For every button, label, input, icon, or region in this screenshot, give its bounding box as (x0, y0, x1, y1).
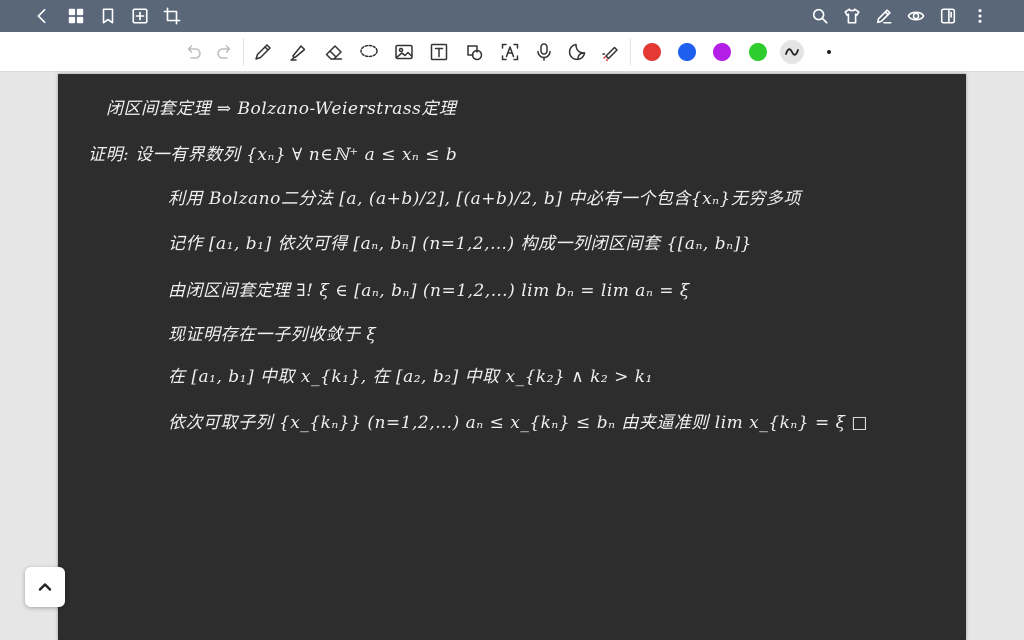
edit-pen-icon[interactable] (874, 6, 894, 26)
insert-image-icon[interactable] (393, 41, 415, 63)
lasso-select-icon[interactable] (358, 41, 380, 63)
bookmark-icon[interactable] (98, 6, 118, 26)
undo-icon[interactable] (182, 41, 204, 63)
scroll-to-top-button[interactable] (25, 567, 65, 607)
pen-style-wave-icon[interactable] (780, 40, 804, 64)
drawing-toolbar (0, 32, 1024, 72)
chevron-up-icon (38, 583, 52, 591)
sticker-icon[interactable] (566, 41, 588, 63)
shapes-icon[interactable] (464, 41, 486, 63)
shirt-theme-icon[interactable] (842, 6, 862, 26)
top-navigation-bar (0, 0, 1024, 32)
color-swatch-purple[interactable] (713, 43, 731, 61)
grid-view-icon[interactable] (66, 6, 86, 26)
laser-pointer-icon[interactable] (599, 41, 621, 63)
color-swatch-blue[interactable] (678, 43, 696, 61)
highlighter-icon[interactable] (287, 41, 309, 63)
color-swatch-green[interactable] (749, 43, 767, 61)
crop-icon[interactable] (162, 6, 182, 26)
pen-tool-icon[interactable] (252, 41, 274, 63)
page-layout-icon[interactable] (938, 6, 958, 26)
pen-size-dot[interactable] (827, 50, 831, 54)
back-arrow-icon[interactable] (32, 6, 52, 26)
toolbar-divider (630, 38, 631, 66)
color-swatch-red[interactable] (643, 43, 661, 61)
redo-icon[interactable] (214, 41, 236, 63)
microphone-icon[interactable] (533, 41, 555, 63)
toolbar-divider (243, 38, 244, 66)
text-box-icon[interactable] (428, 41, 450, 63)
text-recognition-icon[interactable] (499, 41, 521, 63)
eraser-icon[interactable] (323, 41, 345, 63)
handwriting-ink-layer (58, 74, 966, 640)
search-icon[interactable] (810, 6, 830, 26)
note-canvas[interactable]: 闭区间套定理 ⇒ Bolzano-Weierstrass定理 证明: 设一有界数… (58, 74, 966, 640)
eye-read-mode-icon[interactable] (906, 6, 926, 26)
more-options-icon[interactable] (970, 6, 990, 26)
add-page-icon[interactable] (130, 6, 150, 26)
